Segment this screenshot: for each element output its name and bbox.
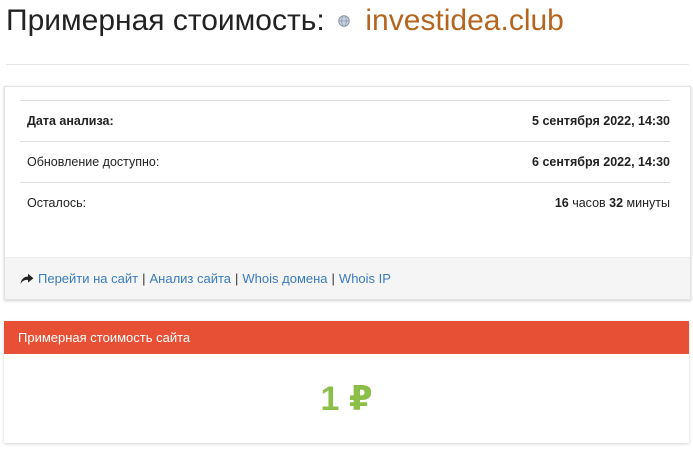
hours-unit: часов [572, 196, 606, 210]
globe-icon [338, 15, 350, 27]
whois-domain-link[interactable]: Whois домена [242, 271, 327, 286]
info-value: 5 сентября 2022, 14:30 [532, 114, 670, 128]
page: Примерная стоимость: investidea.club Дат… [0, 0, 693, 450]
page-title: Примерная стоимость: investidea.club [6, 3, 564, 39]
info-row-analysis-date: Дата анализа: 5 сентября 2022, 14:30 [20, 101, 670, 142]
link-separator: | [235, 271, 239, 286]
minutes-unit: минуты [626, 196, 670, 210]
domain-link[interactable]: investidea.club [365, 4, 563, 37]
link-separator: | [142, 271, 146, 286]
info-label: Дата анализа: [27, 114, 114, 128]
whois-ip-link[interactable]: Whois IP [339, 271, 391, 286]
minutes-count: 32 [609, 196, 624, 210]
header-divider [6, 64, 689, 65]
links-bar: Перейти на сайт | Анализ сайта | Whois д… [5, 257, 690, 299]
info-value: 6 сентября 2022, 14:30 [532, 155, 670, 169]
analyze-site-link[interactable]: Анализ сайта [149, 271, 231, 286]
goto-site-link[interactable]: Перейти на сайт [38, 271, 138, 286]
info-row-update-available: Обновление доступно: 6 сентября 2022, 14… [20, 142, 670, 183]
link-separator: | [331, 271, 335, 286]
info-label: Обновление доступно: [27, 155, 160, 169]
estimated-cost-header: Примерная стоимость сайта [4, 321, 689, 354]
analysis-info-panel: Дата анализа: 5 сентября 2022, 14:30 Обн… [4, 86, 691, 300]
time-left-value: 16 часов 32 минуты [555, 196, 670, 210]
info-row-time-left: Осталось: 16 часов 32 минуты [20, 183, 670, 223]
share-arrow-icon [20, 273, 34, 284]
estimated-cost-value: 1 ₽ [320, 379, 373, 418]
title-prefix: Примерная стоимость: [6, 4, 325, 37]
hours-count: 16 [554, 196, 569, 210]
analysis-info-table: Дата анализа: 5 сентября 2022, 14:30 Обн… [20, 100, 670, 223]
estimated-cost-panel: Примерная стоимость сайта 1 ₽ [4, 321, 689, 443]
info-label: Осталось: [27, 196, 87, 210]
